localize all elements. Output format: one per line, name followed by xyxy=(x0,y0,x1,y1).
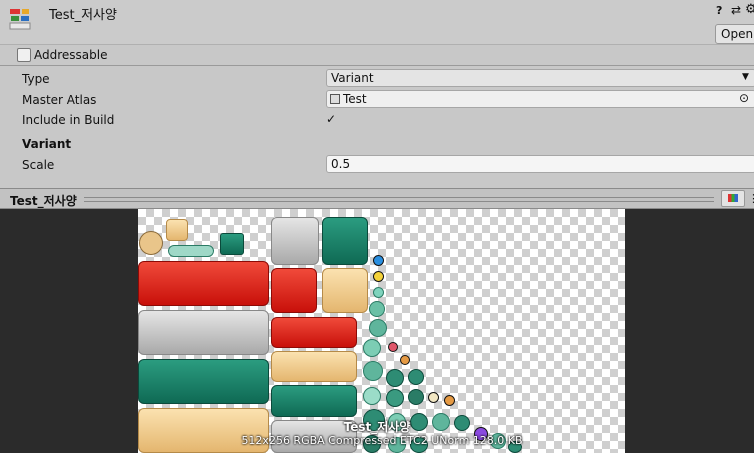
type-label: Type xyxy=(22,72,50,86)
sprite-dot xyxy=(373,271,384,282)
sprite-icon xyxy=(220,233,244,255)
sprite-circle xyxy=(139,231,163,255)
addressable-checkbox[interactable] xyxy=(17,48,31,62)
include-in-build-checkbox[interactable]: ✓ xyxy=(326,112,340,126)
sprite-red-bar xyxy=(271,317,357,348)
sprite-dot xyxy=(408,389,424,405)
drag-handle[interactable] xyxy=(84,197,714,202)
atlas-preview: Test_저사양 512x256 RGBA Compressed ETC2 UN… xyxy=(0,209,754,453)
preview-texture-info: 512x256 RGBA Compressed ETC2 UNorm 128.0… xyxy=(241,434,523,447)
scale-label: Scale xyxy=(22,158,55,172)
dropdown-arrow-icon: ▼ xyxy=(742,72,749,82)
sprite-dot xyxy=(386,389,404,407)
sprite-dot xyxy=(363,339,381,357)
addressable-label: Addressable xyxy=(34,48,108,62)
sprite-atlas-icon xyxy=(330,94,340,104)
object-picker-icon[interactable]: ⊙ xyxy=(739,91,749,105)
gear-icon[interactable]: ⚙ xyxy=(745,2,754,17)
sprite-dot xyxy=(444,395,455,406)
inspector-header: Test_저사양 ? ⇄ ⚙ Open xyxy=(0,0,754,44)
sprite-dot xyxy=(428,392,439,403)
master-atlas-label: Master Atlas xyxy=(22,93,97,107)
sprite-teal-bar xyxy=(271,385,357,417)
atlas-texture xyxy=(138,209,625,453)
channel-toggle-button[interactable] xyxy=(721,190,745,207)
sprite-atlas-icon xyxy=(8,6,34,32)
preview-title: Test_저사양 xyxy=(10,194,77,208)
preview-toolbar: Test_저사양 ⋮ xyxy=(0,188,754,209)
asset-title: Test_저사양 xyxy=(49,8,117,23)
sprite-teal-button xyxy=(322,217,368,265)
sprite-red-button xyxy=(271,268,317,313)
preview-asset-name: Test_저사양 xyxy=(343,420,411,434)
sprite-bar xyxy=(168,245,214,257)
atlas-properties: Type Variant ▼ Master Atlas Test ⊙ Inclu… xyxy=(0,67,754,187)
kebab-menu-icon[interactable]: ⋮ xyxy=(748,192,754,205)
sprite-grey-button xyxy=(271,217,319,265)
sprite-dot xyxy=(363,387,381,405)
addressable-row: Addressable xyxy=(0,44,754,66)
sprite-dot xyxy=(369,301,385,317)
sprite-grey-panel xyxy=(138,310,269,355)
sprite-red-panel xyxy=(138,261,269,306)
sprite-dot xyxy=(408,369,424,385)
help-icon[interactable]: ? xyxy=(716,4,722,17)
sprite-dot xyxy=(363,361,383,381)
sprite-icon xyxy=(166,219,188,241)
sprite-dot xyxy=(388,342,398,352)
preset-icon[interactable]: ⇄ xyxy=(731,3,741,17)
sprite-tan-bar xyxy=(271,351,357,382)
rgb-channel-icon xyxy=(728,194,738,202)
type-dropdown[interactable]: Variant xyxy=(326,69,754,87)
sprite-tan-button xyxy=(322,268,368,313)
include-in-build-label: Include in Build xyxy=(22,113,115,127)
sprite-dot xyxy=(373,255,384,266)
variant-section-header: Variant xyxy=(22,137,72,151)
sprite-dot xyxy=(373,287,384,298)
sprite-dot xyxy=(400,355,410,365)
master-atlas-field[interactable]: Test xyxy=(326,90,754,108)
open-button[interactable]: Open xyxy=(715,24,754,44)
sprite-dot xyxy=(369,319,387,337)
sprite-teal-panel xyxy=(138,359,269,404)
scale-input[interactable]: 0.5 xyxy=(326,155,754,173)
sprite-dot xyxy=(386,369,404,387)
